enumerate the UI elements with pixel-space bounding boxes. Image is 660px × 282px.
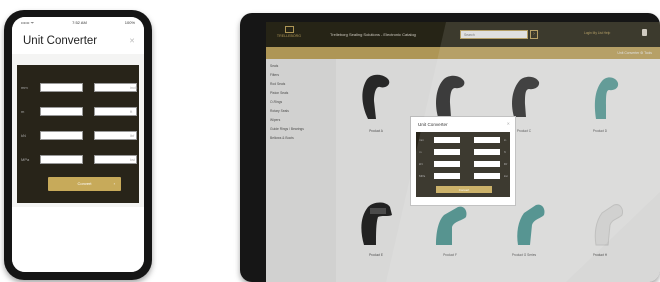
- signal-indicator: •••••• ᯤ: [21, 19, 35, 25]
- convert-button[interactable]: Convert: [436, 186, 492, 193]
- row-label: m: [21, 109, 25, 114]
- converter-row: MPa ksi: [416, 172, 510, 180]
- close-icon[interactable]: ✕: [129, 37, 135, 45]
- modal-title: Unit Converter: [418, 122, 448, 127]
- row-unit: lbf: [504, 162, 508, 166]
- row-label: mm: [21, 85, 28, 90]
- row-unit: inch: [130, 85, 138, 90]
- converter-row: kN lbf: [416, 160, 510, 168]
- battery-indicator: 100%: [124, 20, 135, 25]
- row-label: kN: [419, 162, 423, 166]
- scene: •••••• ᯤ 7:52 AM 100% Unit Converter ✕ m…: [0, 0, 660, 282]
- row-unit: ksi: [504, 174, 508, 178]
- modal-converter-panel: mm in m ft kN lbf MPa ksi Convert: [416, 132, 510, 197]
- tablet-screen: TRELLEBORG Trelleborg Sealing Solutions …: [266, 22, 660, 282]
- chevron-right-icon: ›: [113, 181, 115, 186]
- converter-row: mm in: [416, 136, 510, 144]
- row-label: MPa: [419, 174, 426, 178]
- metric-input[interactable]: [40, 131, 83, 140]
- row-unit: ksi: [130, 157, 135, 162]
- imperial-input[interactable]: [474, 161, 500, 167]
- phone-device: •••••• ᯤ 7:52 AM 100% Unit Converter ✕ m…: [4, 10, 152, 280]
- convert-button[interactable]: Convert ›: [48, 177, 121, 191]
- status-time: 7:52 AM: [72, 20, 87, 25]
- imperial-input[interactable]: [474, 149, 500, 155]
- metric-input[interactable]: [434, 149, 460, 155]
- close-icon[interactable]: ✕: [507, 121, 510, 126]
- converter-row: m ft: [17, 106, 139, 118]
- imperial-input[interactable]: [474, 137, 500, 143]
- row-label: kN: [21, 133, 26, 138]
- row-label: mm: [419, 138, 424, 142]
- row-unit: in: [504, 138, 507, 142]
- row-label: MPa: [21, 157, 30, 162]
- row-unit: ft: [504, 150, 506, 154]
- metric-input[interactable]: [40, 155, 83, 164]
- phone-converter-header: Unit Converter ✕: [12, 28, 144, 54]
- row-unit: lbf: [130, 133, 135, 138]
- converter-row: MPa ksi: [17, 154, 139, 166]
- convert-button-label: Convert: [458, 188, 470, 192]
- converter-row: kN lbf: [17, 130, 139, 142]
- row-label: m: [419, 150, 422, 154]
- phone-bottom-area: [12, 207, 144, 272]
- row-unit: ft: [130, 109, 133, 114]
- unit-converter-modal: Unit Converter ✕ mm in m ft kN lbf MPa k…: [410, 116, 516, 206]
- converter-row: m ft: [416, 148, 510, 156]
- convert-button-label: Convert: [77, 181, 92, 186]
- phone-converter-title: Unit Converter: [23, 35, 98, 47]
- phone-status-bar: •••••• ᯤ 7:52 AM 100%: [12, 17, 144, 28]
- metric-input[interactable]: [40, 107, 83, 116]
- metric-input[interactable]: [40, 83, 83, 92]
- converter-row: mm inch: [17, 82, 139, 94]
- metric-input[interactable]: [434, 161, 460, 167]
- imperial-input[interactable]: [474, 173, 500, 179]
- tablet-device: TRELLEBORG Trelleborg Sealing Solutions …: [240, 13, 660, 282]
- phone-converter-panel: mm inch m ft kN lbf MPa ksi Convert ›: [17, 65, 139, 203]
- phone-screen: •••••• ᯤ 7:52 AM 100% Unit Converter ✕ m…: [12, 17, 144, 272]
- metric-input[interactable]: [434, 137, 460, 143]
- metric-input[interactable]: [434, 173, 460, 179]
